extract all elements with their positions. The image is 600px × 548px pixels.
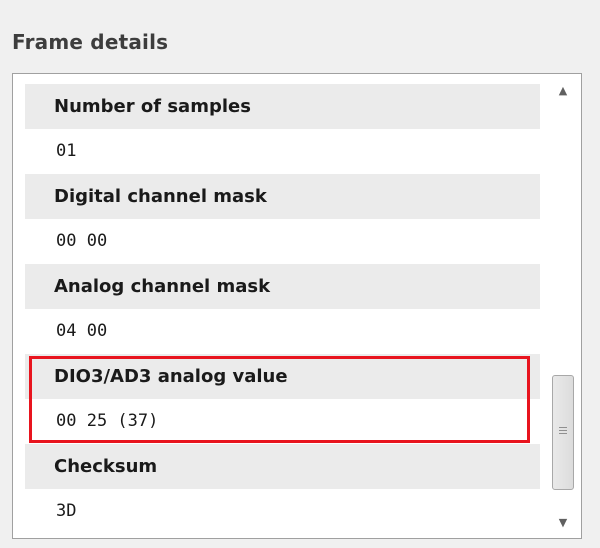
scroll-track[interactable] <box>552 104 574 508</box>
field-value[interactable]: 00 25 (37) <box>25 399 540 444</box>
scroll-down-arrow-icon[interactable]: ▼ <box>545 508 581 536</box>
field-value[interactable]: 01 <box>25 129 540 174</box>
field-analog-channel-mask[interactable]: Analog channel mask 04 00 <box>25 264 540 354</box>
field-number-of-samples[interactable]: Number of samples 01 <box>25 84 540 174</box>
frame-details-panel: Number of samples 01 Digital channel mas… <box>12 73 582 539</box>
grip-icon <box>559 427 567 436</box>
field-value[interactable]: 3D <box>25 489 540 534</box>
scroll-up-arrow-icon[interactable]: ▲ <box>545 76 581 104</box>
field-dio3-ad3-analog-value[interactable]: DIO3/AD3 analog value 00 25 (37) <box>25 354 540 444</box>
field-name: Digital channel mask <box>25 174 540 219</box>
scroll-thumb[interactable] <box>552 375 574 490</box>
field-name: DIO3/AD3 analog value <box>25 354 540 399</box>
field-digital-channel-mask[interactable]: Digital channel mask 00 00 <box>25 174 540 264</box>
field-value[interactable]: 04 00 <box>25 309 540 354</box>
field-list: Number of samples 01 Digital channel mas… <box>25 84 540 534</box>
field-checksum[interactable]: Checksum 3D <box>25 444 540 534</box>
field-name: Analog channel mask <box>25 264 540 309</box>
field-name: Checksum <box>25 444 540 489</box>
field-value[interactable]: 00 00 <box>25 219 540 264</box>
frame-details-title: Frame details <box>12 30 169 54</box>
field-name: Number of samples <box>25 84 540 129</box>
vertical-scrollbar[interactable]: ▲ ▼ <box>545 74 581 538</box>
